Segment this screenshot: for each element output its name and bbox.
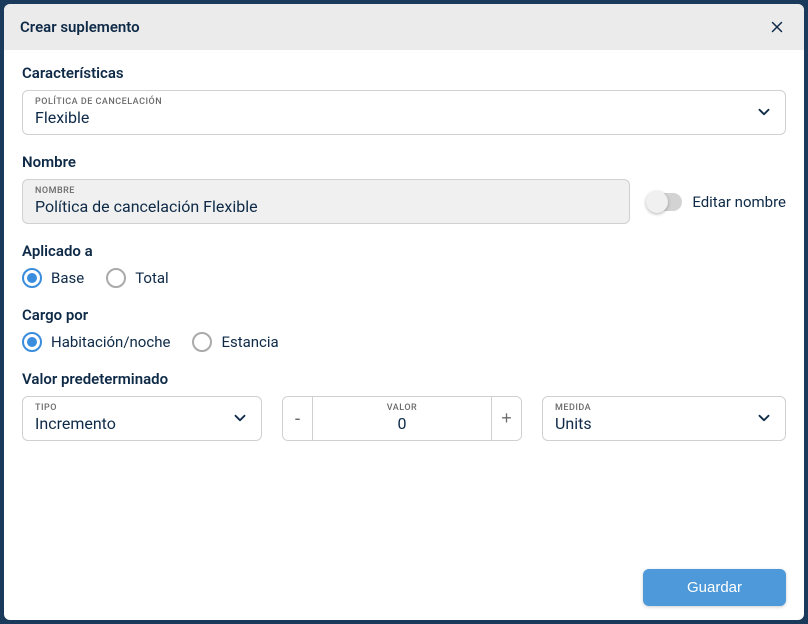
nombre-section: Nombre NOMBRE Política de cancelación Fl… — [22, 153, 786, 224]
radio-habitacion[interactable]: Habitación/noche — [22, 332, 170, 352]
section-title-cargo: Cargo por — [22, 306, 786, 324]
section-title-caracteristicas: Características — [22, 64, 786, 82]
modal-body: Características POLÍTICA DE CANCELACIÓN … — [4, 50, 804, 557]
valor-value: 0 — [325, 414, 479, 433]
close-icon — [768, 18, 786, 36]
caracteristicas-section: Características POLÍTICA DE CANCELACIÓN … — [22, 64, 786, 135]
save-button[interactable]: Guardar — [643, 569, 786, 606]
section-title-valor-pred: Valor predeterminado — [22, 370, 786, 388]
tipo-label: TIPO — [35, 403, 116, 413]
valor-label: VALOR — [325, 403, 479, 413]
radio-circle-icon — [22, 268, 42, 288]
editar-nombre-label: Editar nombre — [692, 193, 786, 211]
valor-decrement-button[interactable]: - — [283, 397, 313, 440]
valor-input[interactable]: VALOR 0 — [313, 397, 491, 440]
nombre-field-value: Política de cancelación Flexible — [35, 197, 617, 216]
section-title-nombre: Nombre — [22, 153, 786, 171]
chevron-down-icon — [755, 409, 773, 427]
medida-value: Units — [555, 414, 592, 433]
radio-circle-icon — [192, 332, 212, 352]
radio-estancia[interactable]: Estancia — [192, 332, 278, 352]
nombre-field: NOMBRE Política de cancelación Flexible — [22, 179, 630, 224]
aplicado-section: Aplicado a Base Total — [22, 242, 786, 288]
section-title-aplicado: Aplicado a — [22, 242, 786, 260]
tipo-value: Incremento — [35, 414, 116, 433]
nombre-field-label: NOMBRE — [35, 186, 617, 196]
radio-habitacion-label: Habitación/noche — [51, 333, 170, 351]
modal-title: Crear suplemento — [20, 18, 140, 36]
radio-total-label: Total — [135, 269, 169, 287]
editar-nombre-toggle[interactable] — [648, 193, 682, 211]
valor-pred-section: Valor predeterminado TIPO Incremento - V… — [22, 370, 786, 441]
tipo-select[interactable]: TIPO Incremento — [22, 396, 262, 441]
chevron-down-icon — [755, 103, 773, 121]
close-button[interactable] — [766, 16, 788, 38]
select-label: POLÍTICA DE CANCELACIÓN — [35, 97, 162, 107]
radio-estancia-label: Estancia — [221, 333, 278, 351]
radio-base-label: Base — [51, 269, 84, 287]
create-supplement-modal: Crear suplemento Características POLÍTIC… — [4, 4, 804, 620]
valor-increment-button[interactable]: + — [491, 397, 521, 440]
editar-nombre-toggle-wrap: Editar nombre — [648, 193, 786, 211]
modal-footer: Guardar — [4, 557, 804, 620]
politica-cancelacion-select[interactable]: POLÍTICA DE CANCELACIÓN Flexible — [22, 90, 786, 135]
radio-circle-icon — [22, 332, 42, 352]
radio-base[interactable]: Base — [22, 268, 84, 288]
chevron-down-icon — [231, 409, 249, 427]
medida-select[interactable]: MEDIDA Units — [542, 396, 786, 441]
radio-circle-icon — [106, 268, 126, 288]
valor-stepper: - VALOR 0 + — [282, 396, 522, 441]
cargo-section: Cargo por Habitación/noche Estancia — [22, 306, 786, 352]
modal-header: Crear suplemento — [4, 4, 804, 50]
medida-label: MEDIDA — [555, 403, 592, 413]
select-value: Flexible — [35, 108, 162, 127]
radio-total[interactable]: Total — [106, 268, 169, 288]
toggle-knob — [646, 191, 668, 213]
